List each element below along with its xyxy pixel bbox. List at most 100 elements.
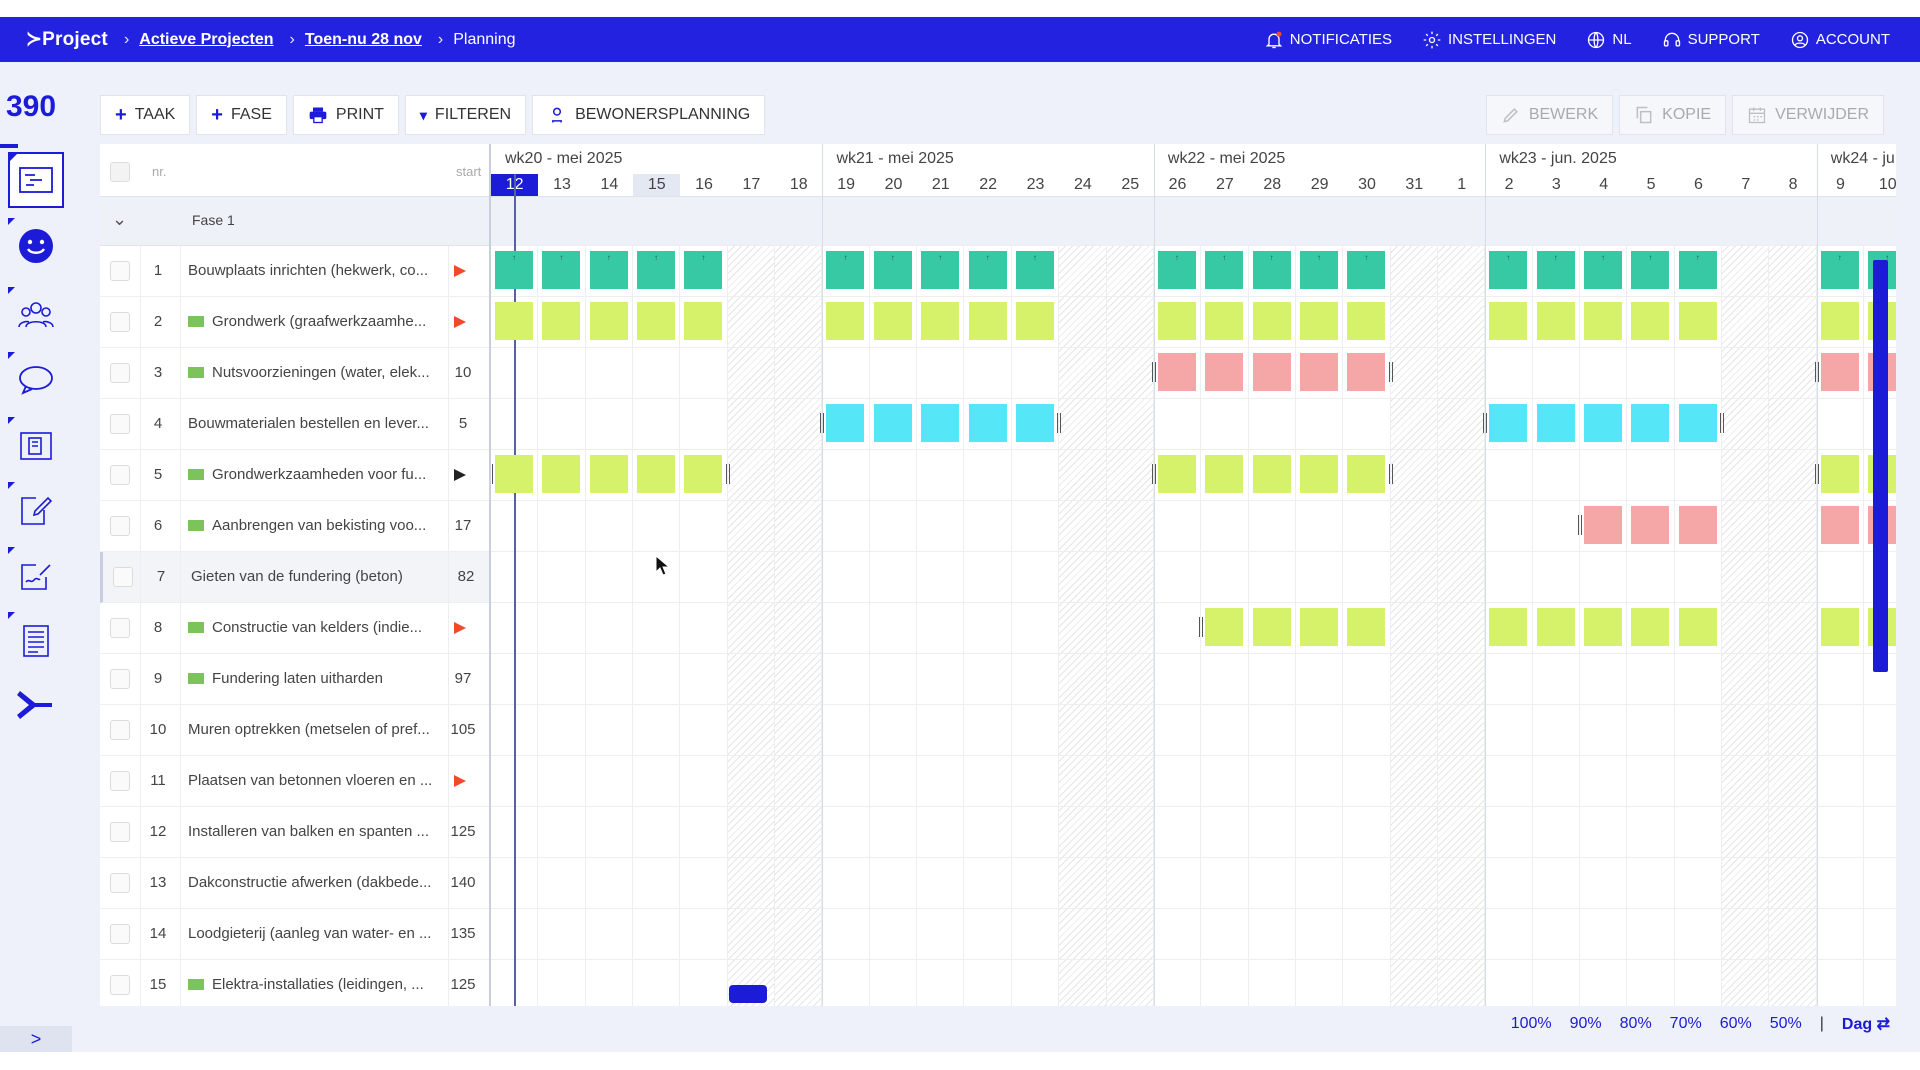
task-bar-segment[interactable]: ↑ [1678,251,1717,289]
resize-handle[interactable] [1578,515,1583,535]
task-bar-segment[interactable] [1820,353,1859,391]
zoom-100-button[interactable]: 100% [1511,1015,1552,1033]
add-task-button[interactable]: + TAAK [100,95,191,135]
task-bar-segment[interactable] [1631,608,1670,646]
day-label[interactable]: 10 [1864,174,1896,196]
resize-handle[interactable] [1199,617,1204,637]
day-label[interactable]: 25 [1107,174,1154,196]
task-bar-segment[interactable]: ↑ [873,251,912,289]
task-row-checkbox[interactable] [110,924,130,944]
task-bar-segment[interactable] [1347,353,1386,391]
task-row[interactable]: 9 Fundering laten uitharden 97 [100,654,489,705]
task-bar-segment[interactable] [589,302,628,340]
resize-handle[interactable] [1814,464,1819,484]
task-name-cell[interactable]: Bouwplaats inrichten (hekwerk, co... [188,262,448,279]
day-label[interactable]: 27 [1201,174,1248,196]
zoom-60-button[interactable]: 60% [1720,1015,1752,1033]
task-row[interactable]: 1 Bouwplaats inrichten (hekwerk, co... [100,246,489,297]
task-bar-segment[interactable] [1820,455,1859,493]
chevron-down-icon[interactable]: ⌄ [112,209,127,230]
task-row-checkbox[interactable] [110,363,130,383]
day-label[interactable]: 4 [1580,174,1627,196]
task-name-cell[interactable]: Fundering laten uitharden [188,670,448,687]
task-bar-segment[interactable] [1157,302,1196,340]
copy-button[interactable]: KOPIE [1619,95,1727,135]
view-mode-toggle[interactable]: Dag ⇄ [1842,1014,1890,1034]
task-bar-segment[interactable] [1631,302,1670,340]
day-label[interactable]: 31 [1391,174,1438,196]
task-row[interactable]: 14 Loodgieterij (aanleg van water- en ...… [100,909,489,960]
task-bar-segment[interactable] [684,455,723,493]
task-bar-segment[interactable]: ↑ [1252,251,1291,289]
task-bar-segment[interactable] [1347,608,1386,646]
resize-handle[interactable] [725,464,730,484]
play-arrow-icon[interactable] [454,316,466,328]
task-bar-segment[interactable] [637,302,676,340]
task-row[interactable]: 6 Aanbrengen van bekisting voo... 17 [100,501,489,552]
resize-handle[interactable] [1151,362,1156,382]
task-row-checkbox[interactable] [110,261,130,281]
day-label[interactable]: 28 [1249,174,1296,196]
task-bar-segment[interactable]: ↑ [1584,251,1623,289]
task-bar-segment[interactable] [1678,506,1717,544]
task-row[interactable]: 8 Constructie van kelders (indie... [100,603,489,654]
task-bar-segment[interactable] [1299,455,1338,493]
task-name-cell[interactable]: Grondwerkzaamheden voor fu... [188,466,448,483]
task-row[interactable]: 12 Installeren van balken en spanten ... 1… [100,807,489,858]
task-bar-segment[interactable]: ↑ [637,251,676,289]
play-arrow-icon[interactable] [454,622,466,634]
day-label[interactable]: 24 [1059,174,1106,196]
day-label[interactable]: 5 [1627,174,1674,196]
task-name-cell[interactable]: Constructie van kelders (indie... [188,619,448,636]
task-bar-segment[interactable] [1820,608,1859,646]
task-row-checkbox[interactable] [110,618,130,638]
support-button[interactable]: SUPPORT [1662,30,1760,50]
task-bar-segment[interactable]: ↑ [542,251,581,289]
day-label[interactable]: 19 [822,174,869,196]
task-row-checkbox[interactable] [110,465,130,485]
task-bar-segment[interactable] [1631,404,1670,442]
task-bar-segment[interactable]: ↑ [684,251,723,289]
task-bar-segment[interactable]: ↑ [1299,251,1338,289]
task-bar-segment[interactable] [1584,404,1623,442]
settings-button[interactable]: INSTELLINGEN [1422,30,1556,50]
task-name-cell[interactable]: Muren optrekken (metselen of pref... [188,721,448,738]
task-bar-segment[interactable] [589,455,628,493]
task-bar-segment[interactable] [495,302,533,340]
task-name-cell[interactable]: Gieten van de fundering (beton) [191,568,451,585]
task-bar-segment[interactable] [1489,302,1528,340]
task-bar-segment[interactable] [1820,506,1859,544]
task-bar-segment[interactable] [1536,404,1575,442]
select-all-checkbox[interactable] [110,162,130,182]
task-name-cell[interactable]: Aanbrengen van bekisting voo... [188,517,448,534]
day-label[interactable]: 2 [1485,174,1532,196]
task-bar-segment[interactable] [1678,608,1717,646]
day-label[interactable]: 6 [1675,174,1722,196]
resize-handle[interactable] [1388,362,1393,382]
task-bar-segment[interactable] [1489,404,1528,442]
resident-planning-button[interactable]: BEWONERSPLANNING [532,95,766,135]
task-bar-segment[interactable]: ↑ [1205,251,1244,289]
task-row-checkbox[interactable] [113,567,133,587]
resize-handle[interactable] [1720,413,1725,433]
task-bar-segment[interactable] [1015,404,1054,442]
sidebar-item-approvals[interactable] [8,547,64,603]
day-label[interactable]: 17 [728,174,775,196]
task-bar-segment[interactable]: ↑ [968,251,1007,289]
sidebar-item-notes[interactable] [8,612,64,668]
task-bar-segment[interactable] [1205,302,1244,340]
day-label[interactable]: 18 [775,174,822,196]
task-row[interactable]: 13 Dakconstructie afwerken (dakbede... 140 [100,858,489,909]
task-name-cell[interactable]: Elektra-installaties (leidingen, ... [188,976,448,993]
task-bar-segment[interactable]: ↑ [1631,251,1670,289]
drag-selection-bar[interactable] [728,985,767,1003]
task-name-cell[interactable]: Installeren van balken en spanten ... [188,823,448,840]
task-bar-segment[interactable] [1205,353,1244,391]
sidebar-expand-button[interactable]: > [0,1026,72,1052]
task-bar-segment[interactable] [1584,608,1623,646]
task-name-cell[interactable]: Plaatsen van betonnen vloeren en ... [188,772,448,789]
edit-button[interactable]: BEWERK [1485,95,1614,135]
task-bar-segment[interactable] [1489,608,1528,646]
task-bar-segment[interactable]: ↑ [1820,251,1859,289]
task-bar-segment[interactable] [873,404,912,442]
